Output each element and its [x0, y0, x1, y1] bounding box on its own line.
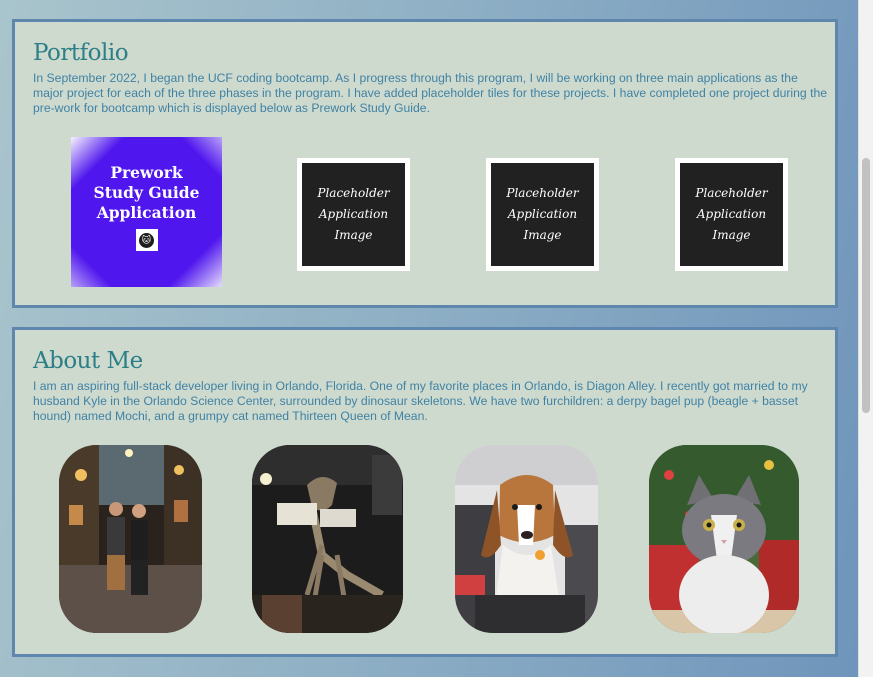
- placeholder-tile-inner: Placeholder Application Image: [680, 163, 783, 266]
- cat-logo-icon: 🐱︎: [135, 229, 158, 251]
- placeholder-tile-inner: Placeholder Application Image: [302, 163, 405, 266]
- couple-at-diagon-alley-photo: [59, 445, 202, 633]
- dinosaur-skeleton-photo: [252, 445, 403, 633]
- portfolio-title: Portfolio: [33, 40, 129, 66]
- placeholder-tile-2[interactable]: Placeholder Application Image: [486, 158, 599, 271]
- vertical-scrollbar[interactable]: [858, 0, 873, 677]
- gray-cat-photo: [649, 445, 799, 633]
- placeholder-tile-label: Placeholder Application Image: [695, 186, 768, 242]
- about-section: About Me I am an aspiring full-stack dev…: [12, 327, 838, 657]
- about-title: About Me: [33, 348, 143, 374]
- placeholder-tile-3[interactable]: Placeholder Application Image: [675, 158, 788, 271]
- placeholder-tile-label: Placeholder Application Image: [506, 186, 579, 242]
- about-description: I am an aspiring full-stack developer li…: [33, 379, 808, 423]
- portfolio-section: Portfolio In September 2022, I began the…: [12, 19, 838, 308]
- beagle-basset-dog-photo: [455, 445, 598, 633]
- placeholder-tile-1[interactable]: Placeholder Application Image: [297, 158, 410, 271]
- cat-logo-mark: 🐱︎: [139, 232, 154, 248]
- prework-study-guide-tile[interactable]: Prework Study Guide Application 🐱︎: [71, 137, 222, 287]
- prework-tile-content: Prework Study Guide Application 🐱︎: [79, 145, 214, 279]
- portfolio-description: In September 2022, I began the UCF codin…: [33, 71, 828, 115]
- placeholder-tile-inner: Placeholder Application Image: [491, 163, 594, 266]
- placeholder-tile-label: Placeholder Application Image: [317, 186, 390, 242]
- prework-tile-label: Prework Study Guide Application: [93, 163, 200, 222]
- scrollbar-thumb[interactable]: [862, 158, 870, 413]
- page: Portfolio In September 2022, I began the…: [0, 0, 859, 677]
